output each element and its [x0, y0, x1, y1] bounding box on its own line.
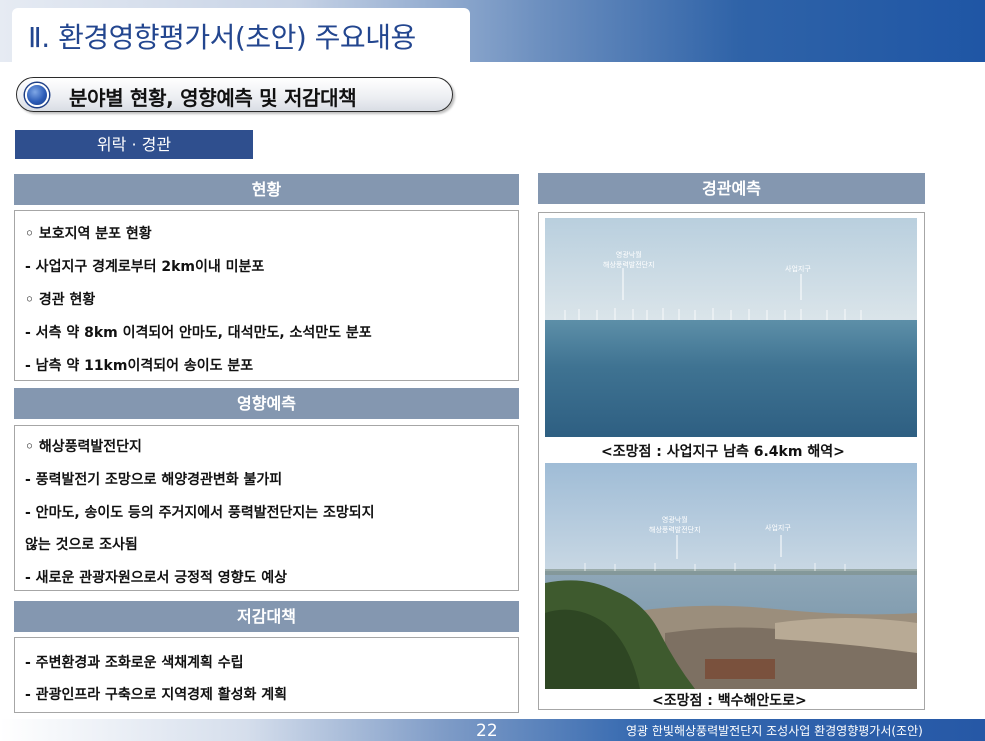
photo-caption: <조망점 : 사업지구 남측 6.4km 해역> — [601, 444, 845, 460]
sea-view-image — [545, 218, 917, 437]
list-item: - 남측 약 11km이격되어 송이도 분포 — [25, 358, 254, 374]
list-item: - 관광인프라 구축으로 지역경제 활성화 계획 — [25, 687, 288, 703]
section-heading: 분야별 현황, 영향예측 및 저감대책 — [16, 77, 453, 112]
mitigation-box: - 주변환경과 조화로운 색채계획 수립 - 관광인프라 구축으로 지역경제 활… — [14, 637, 519, 713]
current-status-header: 현황 — [14, 174, 519, 205]
photo-caption: <조망점 : 백수해안도로> — [652, 693, 807, 709]
coast-view-image — [545, 463, 917, 689]
section-title: 분야별 현황, 영향예측 및 저감대책 — [69, 86, 357, 110]
list-item: - 풍력발전기 조망으로 해양경관변화 불가피 — [25, 472, 283, 488]
landscape-prediction-header: 경관예측 — [538, 173, 925, 204]
footer-title: 영광 한빛해상풍력발전단지 조성사업 환경영향평가서(조안) — [626, 724, 923, 738]
impact-prediction-header: 영향예측 — [14, 388, 519, 419]
impact-prediction-box: ◦ 해상풍력발전단지 - 풍력발전기 조망으로 해양경관변화 불가피 - 안마도… — [14, 425, 519, 591]
list-item: - 사업지구 경계로부터 2km이내 미분포 — [25, 259, 265, 275]
current-status-box: ◦ 보호지역 분포 현황 - 사업지구 경계로부터 2km이내 미분포 ◦ 경관… — [14, 210, 519, 381]
list-item: - 새로운 관광자원으로서 긍정적 영향도 예상 — [25, 570, 288, 586]
category-tag: 위락 · 경관 — [15, 130, 253, 159]
mitigation-header: 저감대책 — [14, 601, 519, 632]
sea-view-photo: 영광낙월 해상풍력발전단지 사업지구 — [545, 218, 917, 437]
project-site-label: 사업지구 — [765, 524, 791, 532]
project-site-label: 사업지구 — [785, 265, 811, 273]
list-item: ◦ 경관 현황 — [25, 292, 96, 308]
wind-farm-label: 영광낙월 해상풍력발전단지 — [603, 251, 655, 269]
list-item: 않는 것으로 조사됨 — [25, 537, 138, 553]
list-item: - 서측 약 8km 이격되어 안마도, 대석만도, 소석만도 분포 — [25, 325, 372, 341]
bullet-circle-icon — [25, 83, 49, 107]
page-number: 22 — [476, 721, 498, 741]
list-item: ◦ 해상풍력발전단지 — [25, 439, 142, 455]
list-item: - 주변환경과 조화로운 색채계획 수립 — [25, 655, 244, 671]
list-item: ◦ 보호지역 분포 현황 — [25, 226, 152, 242]
list-item: - 안마도, 송이도 등의 주거지에서 풍력발전단지는 조망되지 — [25, 505, 375, 521]
coast-view-photo: 영광낙월 해상풍력발전단지 사업지구 — [545, 463, 917, 689]
wind-farm-label: 영광낙월 해상풍력발전단지 — [649, 516, 701, 534]
page-title: Ⅱ. 환경영향평가서(초안) 주요내용 — [28, 21, 416, 54]
